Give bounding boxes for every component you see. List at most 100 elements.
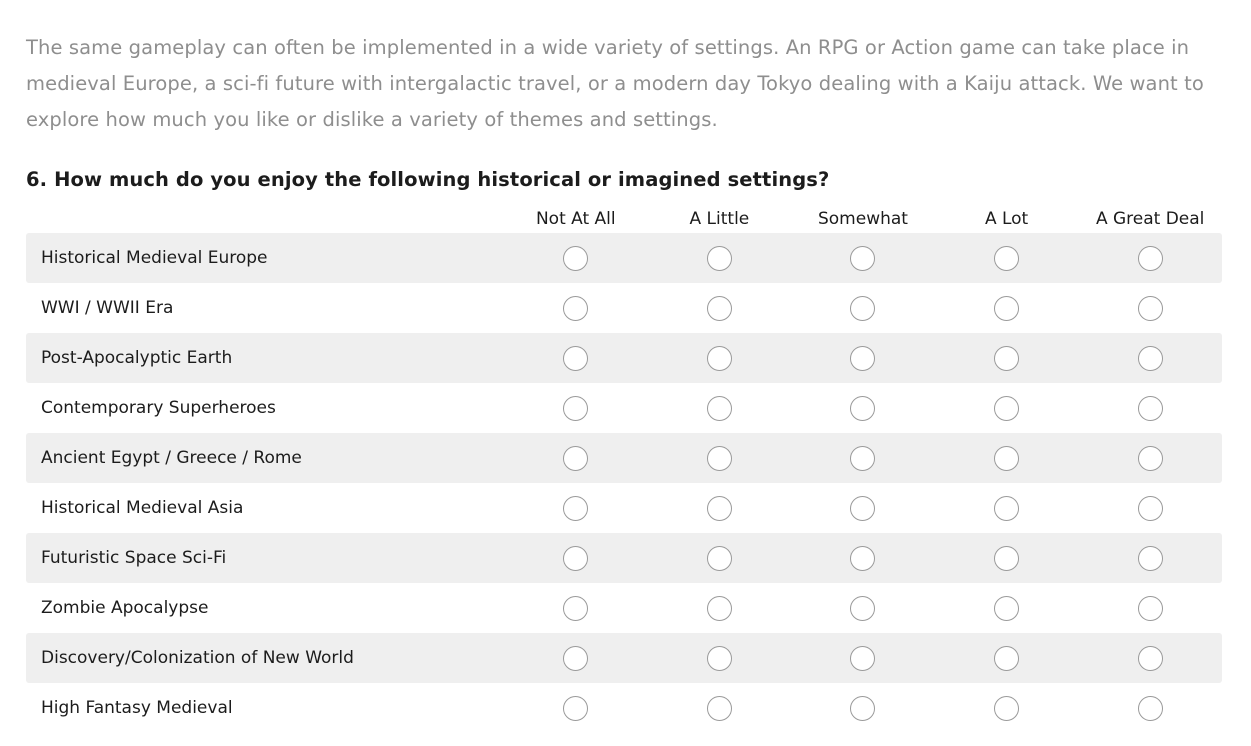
radio-button[interactable] (563, 245, 589, 271)
radio-cell[interactable] (648, 395, 792, 421)
radio-cell[interactable] (504, 295, 648, 321)
radio-cell[interactable] (648, 545, 792, 571)
radio-cell[interactable] (504, 645, 648, 671)
radio-cell[interactable] (935, 695, 1079, 721)
radio-button[interactable] (1137, 695, 1163, 721)
radio-button[interactable] (563, 295, 589, 321)
radio-button[interactable] (706, 395, 732, 421)
radio-button[interactable] (994, 645, 1020, 671)
radio-button[interactable] (850, 695, 876, 721)
radio-cell[interactable] (791, 695, 935, 721)
radio-cell[interactable] (791, 295, 935, 321)
radio-button[interactable] (850, 295, 876, 321)
radio-cell[interactable] (1078, 495, 1222, 521)
radio-button[interactable] (706, 245, 732, 271)
radio-cell[interactable] (935, 395, 1079, 421)
radio-button[interactable] (1137, 395, 1163, 421)
radio-cell[interactable] (504, 345, 648, 371)
radio-cell[interactable] (1078, 595, 1222, 621)
radio-button[interactable] (706, 445, 732, 471)
radio-button[interactable] (994, 295, 1020, 321)
radio-button[interactable] (563, 545, 589, 571)
radio-button[interactable] (850, 645, 876, 671)
radio-cell[interactable] (935, 645, 1079, 671)
radio-cell[interactable] (648, 645, 792, 671)
radio-button[interactable] (563, 595, 589, 621)
radio-button[interactable] (850, 245, 876, 271)
radio-cell[interactable] (791, 445, 935, 471)
radio-button[interactable] (994, 495, 1020, 521)
radio-button[interactable] (850, 595, 876, 621)
radio-cell[interactable] (791, 245, 935, 271)
radio-cell[interactable] (935, 295, 1079, 321)
radio-cell[interactable] (791, 545, 935, 571)
radio-button[interactable] (563, 695, 589, 721)
radio-cell[interactable] (648, 245, 792, 271)
radio-cell[interactable] (504, 595, 648, 621)
radio-button[interactable] (994, 395, 1020, 421)
radio-cell[interactable] (1078, 545, 1222, 571)
radio-button[interactable] (994, 595, 1020, 621)
radio-button[interactable] (563, 645, 589, 671)
radio-button[interactable] (706, 345, 732, 371)
radio-button[interactable] (563, 345, 589, 371)
radio-cell[interactable] (791, 345, 935, 371)
radio-button[interactable] (994, 245, 1020, 271)
radio-cell[interactable] (791, 595, 935, 621)
radio-cell[interactable] (504, 245, 648, 271)
radio-cell[interactable] (504, 495, 648, 521)
radio-cell[interactable] (791, 645, 935, 671)
radio-cell[interactable] (935, 495, 1079, 521)
radio-button[interactable] (850, 495, 876, 521)
radio-button[interactable] (563, 445, 589, 471)
radio-button[interactable] (563, 395, 589, 421)
radio-button[interactable] (850, 445, 876, 471)
radio-button[interactable] (850, 345, 876, 371)
radio-button[interactable] (994, 695, 1020, 721)
radio-button[interactable] (1137, 295, 1163, 321)
radio-cell[interactable] (1078, 445, 1222, 471)
radio-button[interactable] (706, 495, 732, 521)
radio-cell[interactable] (648, 595, 792, 621)
radio-button[interactable] (1137, 495, 1163, 521)
radio-button[interactable] (850, 545, 876, 571)
radio-button[interactable] (1137, 645, 1163, 671)
radio-button[interactable] (1137, 595, 1163, 621)
radio-button[interactable] (1137, 545, 1163, 571)
radio-cell[interactable] (648, 295, 792, 321)
radio-button[interactable] (706, 545, 732, 571)
radio-cell[interactable] (935, 445, 1079, 471)
radio-cell[interactable] (935, 595, 1079, 621)
radio-button[interactable] (706, 295, 732, 321)
radio-cell[interactable] (1078, 645, 1222, 671)
radio-cell[interactable] (504, 545, 648, 571)
radio-button[interactable] (563, 495, 589, 521)
radio-button[interactable] (994, 445, 1020, 471)
radio-button[interactable] (850, 395, 876, 421)
radio-button[interactable] (706, 645, 732, 671)
radio-cell[interactable] (648, 445, 792, 471)
radio-cell[interactable] (791, 495, 935, 521)
radio-button[interactable] (1137, 445, 1163, 471)
radio-cell[interactable] (935, 345, 1079, 371)
radio-cell[interactable] (1078, 695, 1222, 721)
radio-cell[interactable] (648, 345, 792, 371)
radio-button[interactable] (994, 345, 1020, 371)
radio-cell[interactable] (504, 695, 648, 721)
radio-cell[interactable] (504, 395, 648, 421)
radio-cell[interactable] (935, 545, 1079, 571)
radio-button[interactable] (994, 545, 1020, 571)
radio-cell[interactable] (1078, 295, 1222, 321)
radio-button[interactable] (706, 595, 732, 621)
radio-button[interactable] (1137, 245, 1163, 271)
radio-cell[interactable] (648, 495, 792, 521)
radio-cell[interactable] (935, 245, 1079, 271)
radio-button[interactable] (706, 695, 732, 721)
radio-cell[interactable] (791, 395, 935, 421)
radio-cell[interactable] (1078, 395, 1222, 421)
radio-cell[interactable] (648, 695, 792, 721)
radio-cell[interactable] (1078, 345, 1222, 371)
radio-cell[interactable] (504, 445, 648, 471)
radio-cell[interactable] (1078, 245, 1222, 271)
radio-button[interactable] (1137, 345, 1163, 371)
